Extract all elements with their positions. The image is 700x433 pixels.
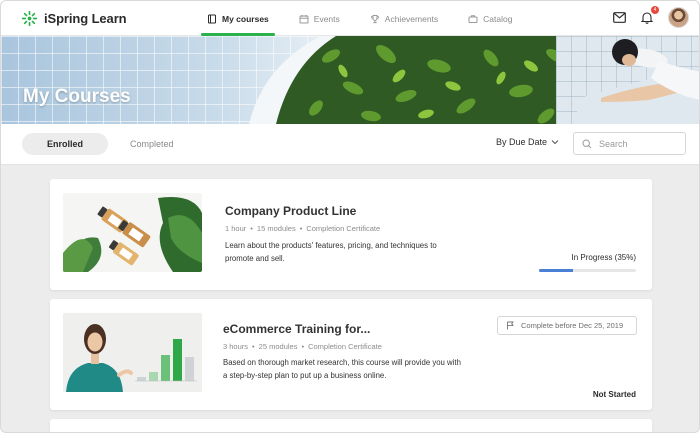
search-input[interactable] [599,138,679,149]
book-icon [208,14,216,23]
due-date-badge: Complete before Dec 25, 2019 [497,316,637,335]
meta-separator: • [252,342,255,351]
mail-icon [612,12,626,23]
course-thumbnail[interactable] [63,313,202,392]
notification-badge: 4 [651,5,659,14]
tab-enrolled[interactable]: Enrolled [22,133,109,155]
course-card[interactable] [50,419,652,432]
flag-icon [507,321,514,330]
page-banner: My Courses [1,36,699,124]
nav-label: Achievements [384,13,439,24]
course-meta: 1 hour • 15 modules • Completion Certifi… [225,224,380,233]
search-box[interactable] [573,132,686,155]
nav-label: My courses [222,13,269,24]
course-status: In Progress (35%) [571,253,636,262]
course-certificate: Completion Certificate [308,342,382,351]
chevron-down-icon [551,140,559,145]
meta-separator: • [250,224,253,233]
trophy-icon [370,14,379,23]
course-status: Not Started [592,390,636,399]
nav-my-courses[interactable]: My courses [199,1,277,36]
product-bottles-image [63,193,202,272]
course-progress-bar [539,269,636,272]
app-name: iSpring Learn [44,11,127,26]
header-actions: 4 [612,5,689,28]
search-icon [582,138,592,148]
ispring-logo-icon [21,10,38,27]
notifications-button[interactable]: 4 [640,5,659,25]
sort-dropdown[interactable]: By Due Date [496,137,559,147]
course-duration: 3 hours [223,342,249,351]
messages-button[interactable] [612,11,626,25]
app-window: iSpring Learn My courses Events Achievem… [0,0,700,433]
nav-label: Events [313,13,340,24]
briefcase-icon [468,14,478,23]
nav-achievements[interactable]: Achievements [362,1,446,36]
course-duration: 1 hour [225,224,247,233]
top-bar: iSpring Learn My courses Events Achievem… [1,1,699,36]
course-modules: 15 modules [256,224,296,233]
page-title: My Courses [23,86,131,107]
course-title[interactable]: eCommerce Training for... [223,322,370,336]
user-avatar[interactable] [668,7,689,28]
course-card[interactable]: eCommerce Training for... 3 hours • 25 m… [50,299,652,410]
course-description: Based on thorough market research, this … [223,358,461,380]
sort-label: By Due Date [496,137,548,147]
main-nav: My courses Events Achievements Catalog [199,1,520,36]
course-title[interactable]: Company Product Line [225,204,356,218]
course-card[interactable]: Company Product Line 1 hour • 15 modules… [50,179,652,290]
meta-separator: • [299,224,303,233]
due-date-text: Complete before Dec 25, 2019 [521,321,624,330]
app-logo[interactable]: iSpring Learn [21,10,127,27]
nav-label: Catalog [483,13,513,24]
course-meta: 3 hours • 25 modules • Completion Certif… [223,342,382,351]
course-certificate: Completion Certificate [306,224,381,233]
filter-bar: Enrolled Completed By Due Date [1,124,699,165]
nav-events[interactable]: Events [291,1,348,36]
banner-person-image [577,39,699,124]
progress-fill [539,269,573,272]
meta-separator: • [301,342,305,351]
nav-catalog[interactable]: Catalog [460,1,520,36]
presenter-chart-image [63,313,202,392]
calendar-icon [299,14,309,23]
course-modules: 25 modules [258,342,298,351]
tab-completed[interactable]: Completed [105,133,199,155]
course-thumbnail[interactable] [63,193,202,272]
course-description: Learn about the products' features, pric… [225,241,437,263]
bell-icon [641,12,653,24]
